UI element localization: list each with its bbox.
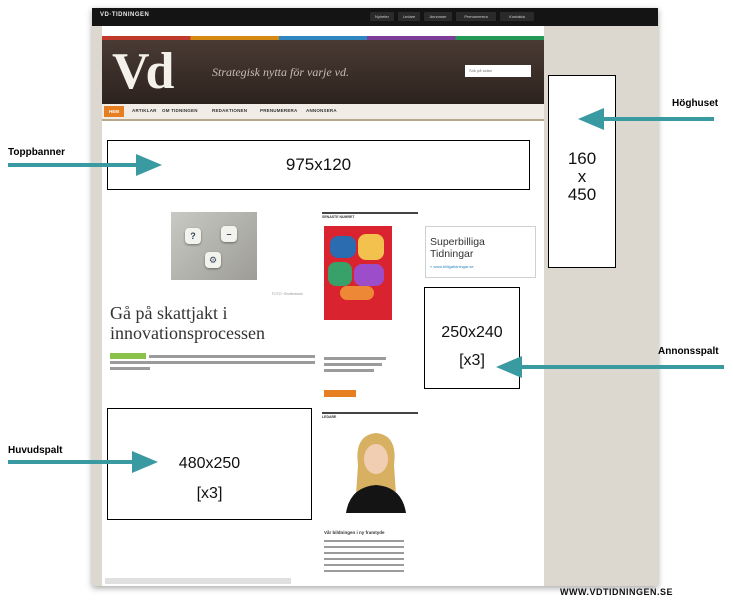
annotation-arrows	[8, 108, 724, 473]
arrow-topbanner-head	[136, 154, 162, 176]
arrow-maincolumn-head	[132, 451, 158, 473]
arrow-skyscraper-head	[578, 108, 604, 130]
arrow-adcolumn-shaft	[520, 365, 724, 369]
arrow-maincolumn-shaft	[8, 460, 132, 464]
arrow-skyscraper-shaft	[602, 117, 714, 121]
arrow-adcolumn-head	[496, 356, 522, 378]
arrow-topbanner-shaft	[8, 163, 136, 167]
footer-url[interactable]: WWW.VDTIDNINGEN.SE	[560, 587, 673, 597]
